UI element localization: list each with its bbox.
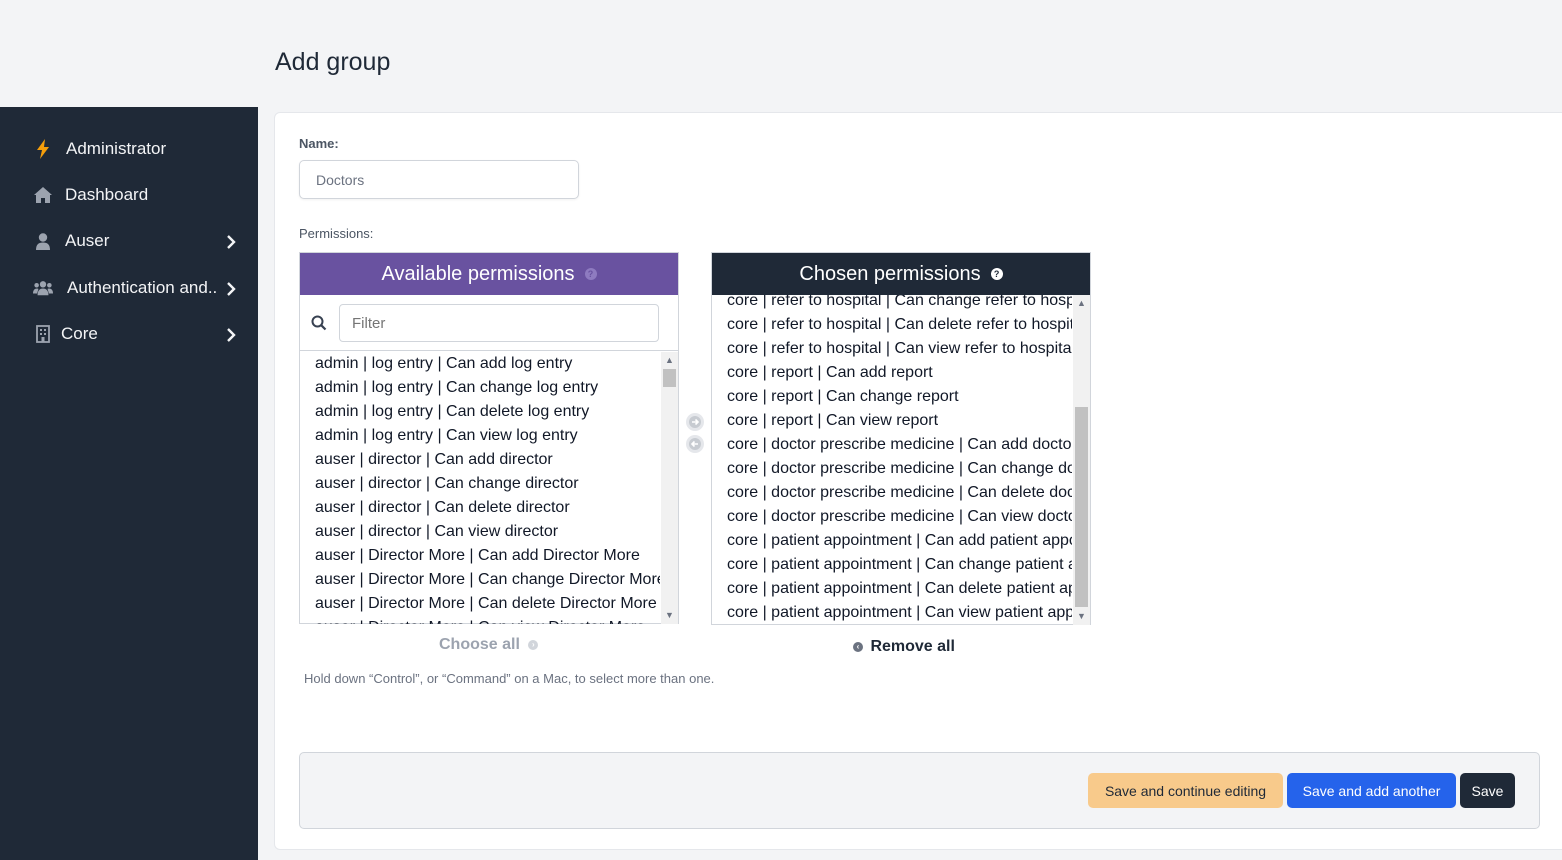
list-item[interactable]: admin | log entry | Can delete log entry [300,400,660,424]
help-icon: ? [584,268,597,280]
list-item[interactable]: core | report | Can add report [712,361,1072,385]
sidebar-item-administrator[interactable]: Administrator [0,129,258,169]
list-item[interactable]: core | doctor prescribe medicine | Can v… [712,505,1072,529]
save-and-add-another-button[interactable]: Save and add another [1287,773,1456,808]
list-item[interactable]: core | refer to hospital | Can view refe… [712,337,1072,361]
building-icon [33,324,53,344]
available-permissions-header: Available permissions ? [300,253,678,295]
sidebar-item-label: Auser [65,231,110,250]
scroll-up-icon[interactable]: ▲ [1076,298,1087,309]
scroll-thumb[interactable] [663,369,676,387]
search-icon [311,315,327,331]
list-item[interactable]: core | refer to hospital | Can change re… [712,295,1072,313]
arrow-right-icon: › [528,639,539,650]
filter-row [300,295,678,351]
list-item[interactable]: core | report | Can change report [712,385,1072,409]
remove-arrow-button[interactable] [686,435,704,453]
save-and-continue-button[interactable]: Save and continue editing [1088,773,1283,808]
list-item[interactable]: core | patient appointment | Can add pat… [712,529,1072,553]
available-permissions-box: Available permissions ? admin | log entr… [299,252,679,624]
scroll-down-icon[interactable]: ▼ [664,610,675,621]
list-item[interactable]: core | patient appointment | Can delete … [712,577,1072,601]
list-item[interactable]: auser | director | Can change director [300,472,660,496]
list-item[interactable]: core | patient appointment | Can change … [712,553,1072,577]
list-item[interactable]: auser | director | Can delete director [300,496,660,520]
home-icon [33,185,53,205]
sidebar-item-core[interactable]: Core [0,314,258,354]
filter-input[interactable] [339,304,659,342]
remove-all-label: Remove all [870,638,955,655]
choose-arrow-button[interactable] [686,413,704,431]
list-item[interactable]: admin | log entry | Can add log entry [300,352,660,376]
sidebar-item-label: Core [61,324,98,343]
sidebar-item-label: Administrator [66,139,167,158]
list-item[interactable]: auser | Director More | Can delete Direc… [300,592,660,616]
bolt-icon [33,139,53,159]
help-icon: ? [990,268,1003,280]
permissions-label: Permissions: [299,226,374,241]
available-permissions-list[interactable]: admin | log entry | Can add log entry ad… [300,352,660,624]
chosen-permissions-list[interactable]: core | refer to hospital | Can change re… [712,295,1072,625]
sidebar-item-label: Dashboard [65,185,149,204]
name-label: Name: [299,136,339,151]
scroll-up-icon[interactable]: ▲ [664,355,675,366]
chosen-permissions-header: Chosen permissions ? [712,253,1090,295]
remove-all-link[interactable]: ‹ Remove all [853,638,955,656]
available-scrollbar[interactable]: ▲ ▼ [661,352,678,624]
list-item[interactable]: core | refer to hospital | Can delete re… [712,313,1072,337]
list-item[interactable]: admin | log entry | Can change log entry [300,376,660,400]
list-item[interactable]: auser | Director More | Can view Directo… [300,616,660,624]
save-button[interactable]: Save [1460,773,1515,808]
list-item[interactable]: core | doctor prescribe medicine | Can c… [712,457,1072,481]
user-icon [33,231,53,251]
sidebar: Administrator Dashboard Auser Authentica… [0,107,258,860]
list-item[interactable]: auser | director | Can view director [300,520,660,544]
sidebar-item-dashboard[interactable]: Dashboard [0,175,258,215]
name-field[interactable] [299,160,579,199]
help-text: Hold down “Control”, or “Command” on a M… [304,671,715,686]
list-item[interactable]: auser | director | Can add director [300,448,660,472]
chosen-permissions-title: Chosen permissions [799,262,981,285]
arrow-right-icon [689,416,701,428]
users-icon [33,278,53,298]
sidebar-item-auser[interactable]: Auser [0,221,258,261]
list-item[interactable]: core | doctor prescribe medicine | Can d… [712,481,1072,505]
list-item[interactable]: core | doctor prescribe medicine | Can a… [712,433,1072,457]
list-item[interactable]: auser | Director More | Can add Director… [300,544,660,568]
list-item[interactable]: core | patient appointment | Can view pa… [712,601,1072,625]
chevron-right-icon [224,327,238,342]
chosen-scrollbar[interactable]: ▲ ▼ [1073,295,1090,625]
arrow-left-icon: ‹ [853,641,863,652]
choose-all-link[interactable]: Choose all › [439,636,539,654]
sidebar-item-label: Authentication and.. [67,278,218,297]
chevron-right-icon [224,234,238,249]
sidebar-item-authentication[interactable]: Authentication and.. [0,268,258,308]
chevron-right-icon [224,281,238,296]
list-item[interactable]: admin | log entry | Can view log entry [300,424,660,448]
scroll-thumb[interactable] [1075,407,1088,607]
list-item[interactable]: core | report | Can view report [712,409,1072,433]
available-permissions-title: Available permissions [381,262,575,285]
arrow-left-icon [689,438,701,450]
chosen-permissions-box: Chosen permissions ? core | refer to hos… [711,252,1091,625]
choose-all-label: Choose all [439,636,520,653]
list-item[interactable]: auser | Director More | Can change Direc… [300,568,660,592]
scroll-down-icon[interactable]: ▼ [1076,611,1087,622]
page-title: Add group [275,48,391,76]
